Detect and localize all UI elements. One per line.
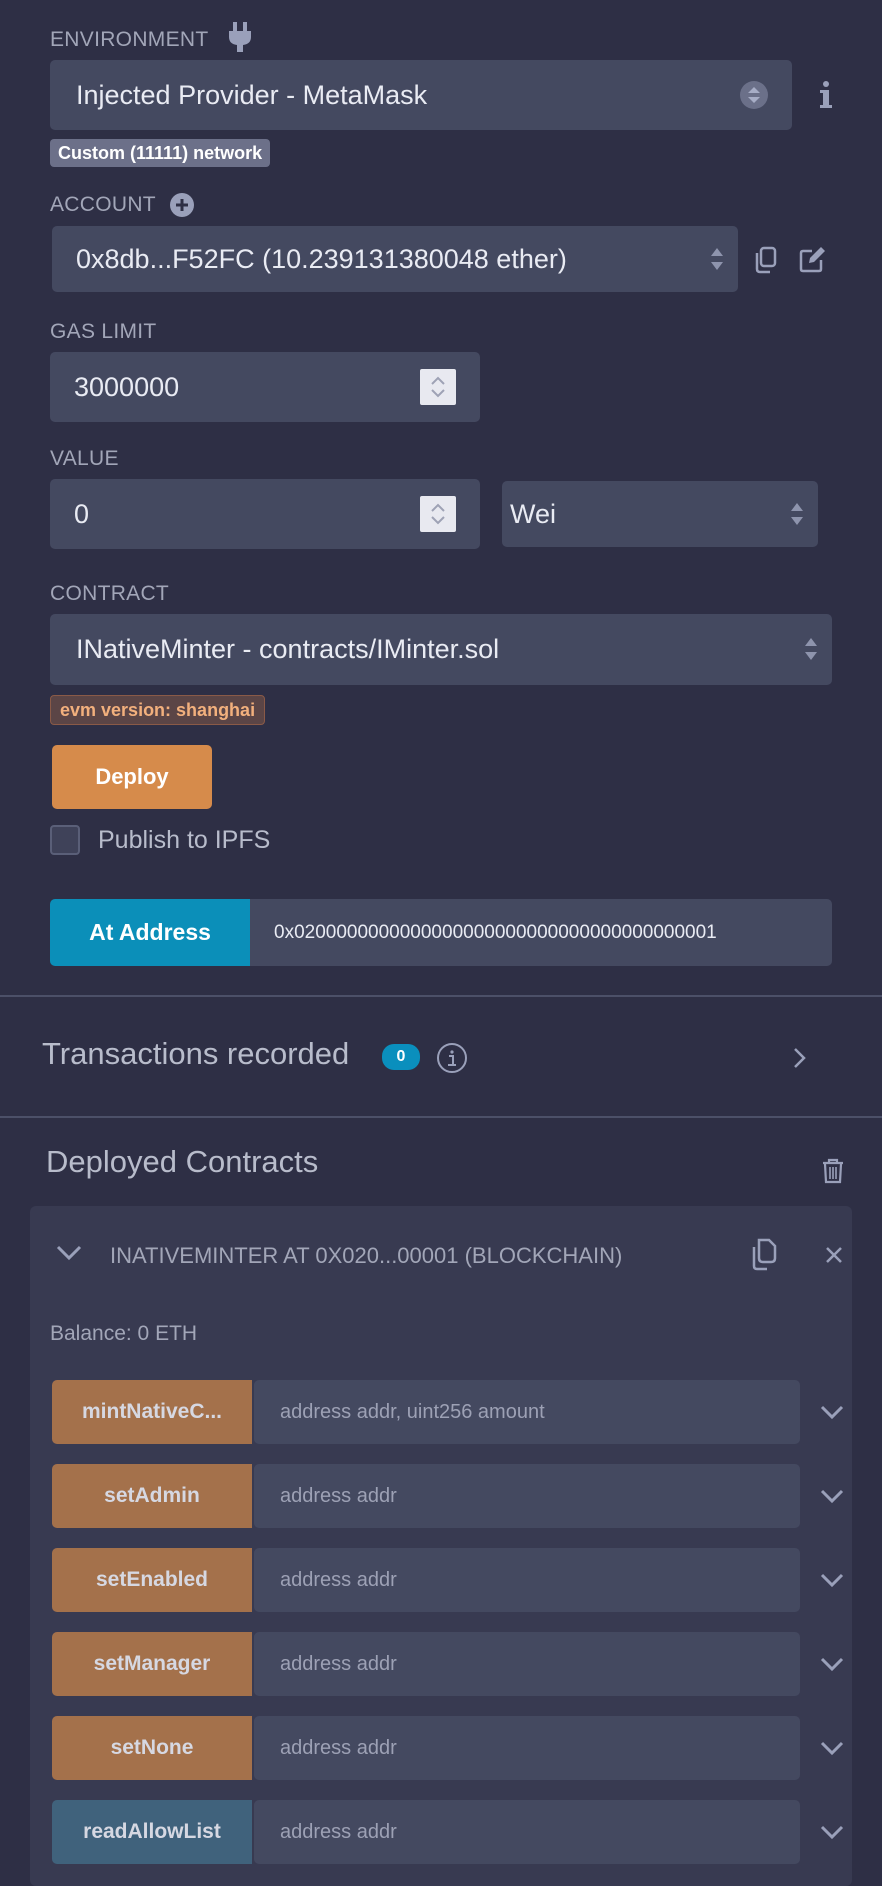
contract-balance: Balance: 0 ETH [50, 1322, 198, 1345]
select-arrows-icon [790, 501, 804, 527]
contract-label: CONTRACT [50, 582, 170, 605]
environment-label: ENVIRONMENT [50, 28, 209, 51]
gas-limit-stepper[interactable] [420, 369, 456, 405]
close-icon[interactable] [825, 1246, 843, 1264]
function-row: readAllowList address addr [52, 1800, 852, 1864]
value-amount: 0 [74, 498, 90, 529]
gas-limit-value: 3000000 [74, 371, 180, 402]
function-args-input[interactable]: address addr [254, 1632, 800, 1696]
chevron-down-icon[interactable] [812, 1464, 852, 1528]
function-row: mintNativeC... address addr, uint256 amo… [52, 1380, 852, 1444]
function-args-input[interactable]: address addr, uint256 amount [254, 1380, 800, 1444]
account-label: ACCOUNT [50, 193, 156, 216]
function-args-input[interactable]: address addr [254, 1548, 800, 1612]
function-row: setEnabled address addr [52, 1548, 852, 1612]
plug-icon [228, 22, 252, 54]
function-args-input[interactable]: address addr [254, 1464, 800, 1528]
account-value: 0x8db...F52FC (10.239131380048 ether) [76, 243, 567, 274]
divider [0, 1116, 882, 1118]
deploy-button[interactable]: Deploy [52, 745, 212, 809]
chevron-down-icon[interactable] [812, 1380, 852, 1444]
trash-icon[interactable] [822, 1158, 844, 1184]
select-arrows-icon [804, 636, 818, 662]
contract-value: INativeMinter - contracts/IMinter.sol [76, 634, 500, 664]
function-button-mintnativecoin[interactable]: mintNativeC... [52, 1380, 252, 1444]
collapse-chevron-icon[interactable] [56, 1244, 82, 1262]
function-args-input[interactable]: address addr [254, 1800, 800, 1864]
publish-ipfs-checkbox[interactable] [50, 825, 80, 855]
evm-version-badge: evm version: shanghai [50, 695, 266, 725]
chevron-right-icon[interactable] [792, 1046, 808, 1070]
value-input[interactable]: 0 [50, 479, 480, 549]
contract-select[interactable]: INativeMinter - contracts/IMinter.sol [50, 614, 832, 685]
transactions-recorded-title: Transactions recorded [42, 1036, 350, 1071]
info-icon[interactable] [436, 1042, 468, 1074]
network-badge: Custom (11111) network [50, 139, 271, 167]
deployed-contracts-title: Deployed Contracts [46, 1144, 319, 1179]
contract-instance-title[interactable]: INATIVEMINTER AT 0X020...00001 (BLOCKCHA… [110, 1243, 622, 1269]
function-button-setenabled[interactable]: setEnabled [52, 1548, 252, 1612]
value-stepper[interactable] [420, 496, 456, 532]
function-button-readallowlist[interactable]: readAllowList [52, 1800, 252, 1864]
transactions-count-badge: 0 [382, 1044, 420, 1070]
function-button-setmanager[interactable]: setManager [52, 1632, 252, 1696]
copy-address-icon[interactable] [748, 1238, 778, 1272]
account-select[interactable]: 0x8db...F52FC (10.239131380048 ether) [52, 226, 738, 292]
transactions-recorded-header[interactable]: Transactions recorded 0 [0, 1000, 882, 1116]
value-unit: Wei [510, 498, 557, 529]
value-unit-select[interactable]: Wei [502, 481, 818, 547]
chevron-down-icon[interactable] [812, 1548, 852, 1612]
deployed-contract-card [30, 1206, 852, 1886]
chevron-down-icon[interactable] [812, 1800, 852, 1864]
function-row: setManager address addr [52, 1632, 852, 1696]
chevron-down-icon[interactable] [812, 1632, 852, 1696]
at-address-button[interactable]: At Address [50, 899, 250, 966]
function-button-setadmin[interactable]: setAdmin [52, 1464, 252, 1528]
function-row: setNone address addr [52, 1716, 852, 1780]
add-account-icon[interactable] [170, 193, 194, 217]
function-button-setnone[interactable]: setNone [52, 1716, 252, 1780]
select-arrows-icon [710, 246, 724, 272]
environment-select[interactable]: Injected Provider - MetaMask [50, 60, 792, 130]
info-icon[interactable] [816, 80, 836, 110]
at-address-input[interactable]: 0x02000000000000000000000000000000000000… [250, 899, 832, 966]
copy-account-icon[interactable] [752, 246, 778, 274]
environment-value: Injected Provider - MetaMask [76, 79, 428, 110]
select-arrows-icon [740, 81, 768, 109]
chevron-down-icon[interactable] [812, 1716, 852, 1780]
gas-limit-label: GAS LIMIT [50, 320, 157, 343]
function-args-input[interactable]: address addr [254, 1716, 800, 1780]
divider [0, 995, 882, 997]
function-row: setAdmin address addr [52, 1464, 852, 1528]
publish-ipfs-label: Publish to IPFS [98, 826, 271, 854]
value-label: VALUE [50, 447, 119, 470]
edit-account-icon[interactable] [798, 246, 826, 274]
gas-limit-input[interactable]: 3000000 [50, 352, 480, 422]
